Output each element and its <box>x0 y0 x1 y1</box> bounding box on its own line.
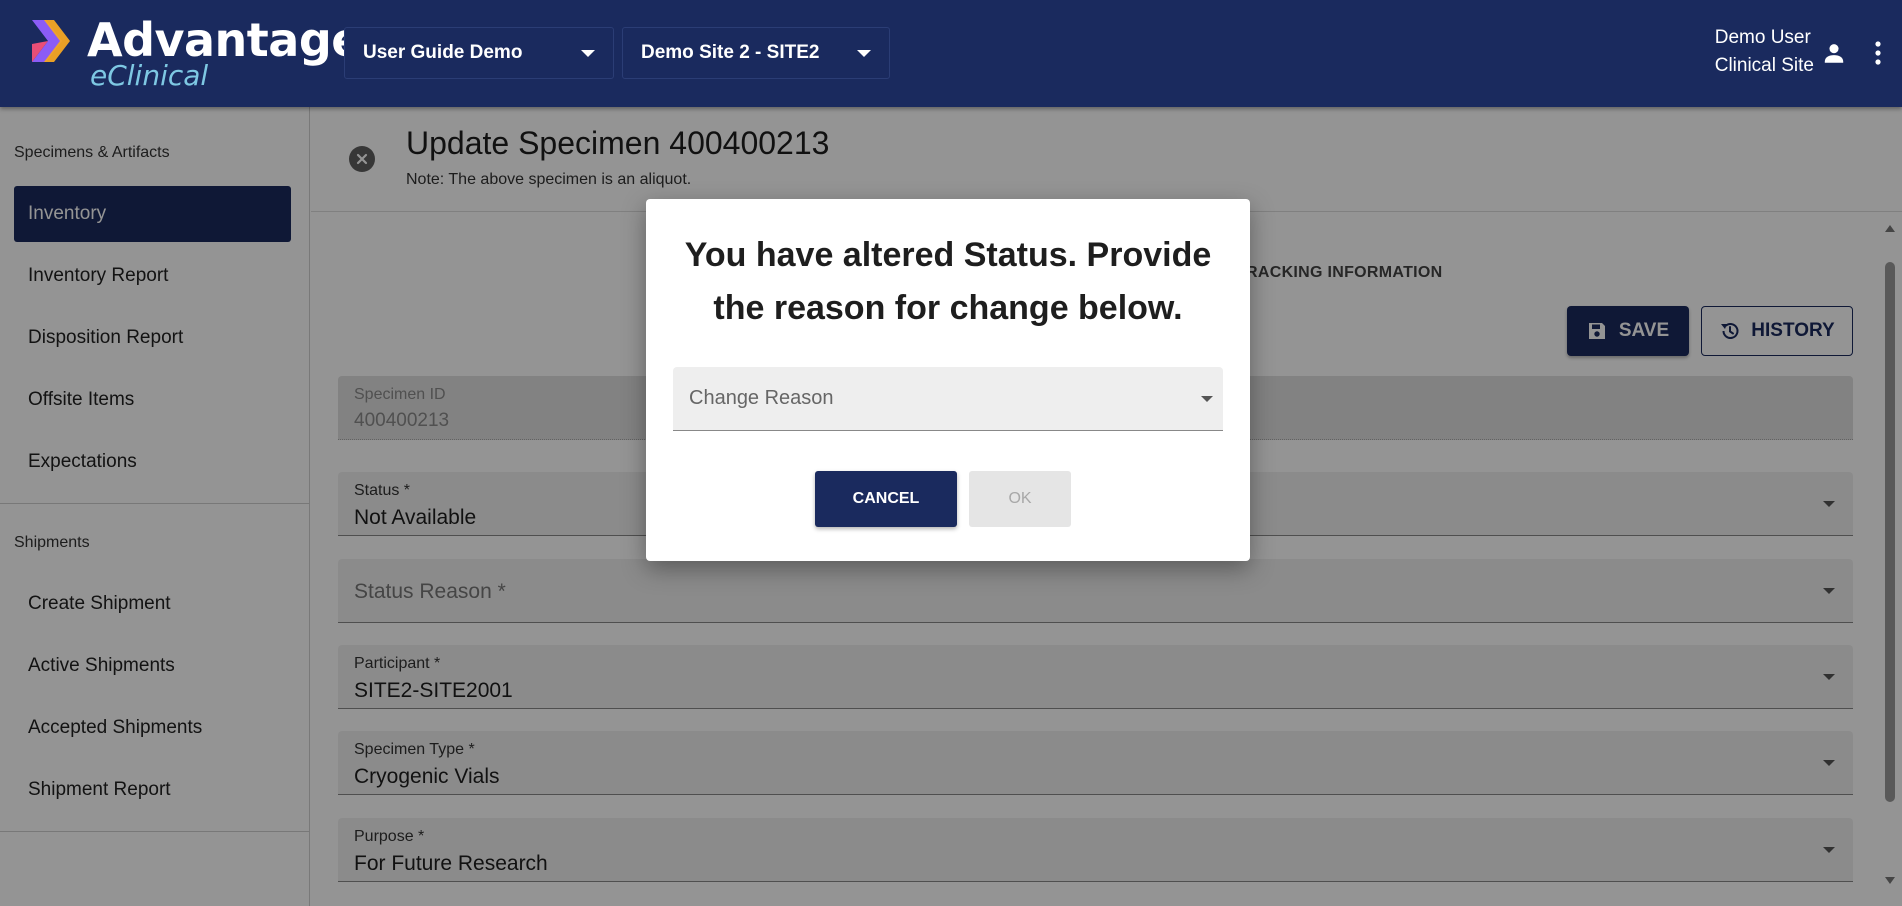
user-name: Demo User <box>1714 27 1811 48</box>
dialog-title: You have altered Status. Provide the rea… <box>666 229 1230 335</box>
dialog-title-line2: the reason for change below. <box>713 289 1183 327</box>
kebab-menu-icon[interactable] <box>1867 40 1889 66</box>
change-reason-dialog: You have altered Status. Provide the rea… <box>646 199 1250 561</box>
chevron-down-icon <box>857 49 871 57</box>
change-reason-select[interactable]: Change Reason <box>673 367 1223 431</box>
advantage-logo[interactable]: Advantage eClinical <box>30 14 362 94</box>
study-select-value: User Guide Demo <box>363 42 523 63</box>
site-select[interactable]: Demo Site 2 - SITE2 <box>622 27 890 79</box>
user-info: Demo User Clinical Site <box>1715 24 1814 80</box>
ok-button[interactable]: OK <box>969 471 1071 527</box>
study-select[interactable]: User Guide Demo <box>344 27 614 79</box>
chevron-down-icon <box>1201 396 1213 402</box>
top-app-bar: Advantage eClinical User Guide Demo Demo… <box>0 0 1902 107</box>
user-role: Clinical Site <box>1714 55 1814 76</box>
logo-chevrons-icon <box>32 20 70 62</box>
change-reason-placeholder: Change Reason <box>689 387 834 409</box>
dialog-title-line1: You have altered Status. Provide <box>684 236 1212 274</box>
user-icon[interactable] <box>1821 40 1847 66</box>
site-select-value: Demo Site 2 - SITE2 <box>641 42 820 63</box>
chevron-down-icon <box>581 49 595 57</box>
cancel-button[interactable]: CANCEL <box>815 471 957 527</box>
brand-sub: eClinical <box>90 59 209 92</box>
